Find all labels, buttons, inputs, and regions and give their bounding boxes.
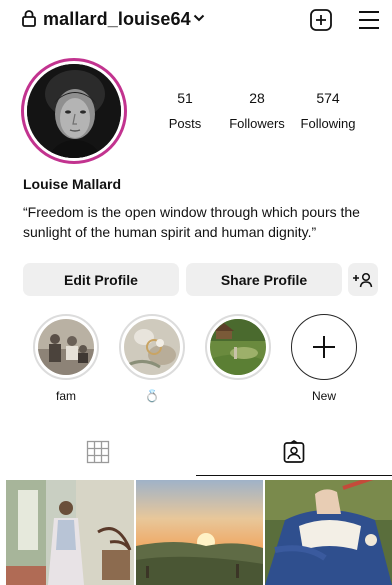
highlight-ring[interactable]: 💍 [119,314,185,405]
highlight-label [205,389,271,405]
following-count[interactable]: 574 [298,90,358,106]
posts-stat: 51 Posts [162,90,208,131]
edit-profile-button[interactable]: Edit Profile [23,263,179,296]
add-user-button[interactable] [348,263,378,296]
followers-stat[interactable]: 28 Followers [225,90,289,131]
new-highlight-button[interactable] [291,314,357,380]
grid-icon [86,440,110,464]
new-highlight[interactable]: New [291,314,357,405]
photo-grid [0,480,392,585]
new-highlight-label: New [311,389,336,403]
tagged-icon [283,439,305,463]
photo-tile-sunset[interactable] [136,480,263,585]
create-post-button[interactable] [309,8,333,32]
profile-tabs [0,428,392,478]
highlight-thumbnail [210,319,266,375]
chevron-down-icon[interactable] [193,13,205,23]
highlight-circle[interactable] [33,314,99,380]
followers-label[interactable]: Followers [225,116,289,131]
followers-count[interactable]: 28 [225,90,289,106]
profile-header: mallard_louise64 [0,0,392,44]
highlight-thumbnail [124,319,180,375]
highlight-circle[interactable] [205,314,271,380]
highlight-garden[interactable] [205,314,271,405]
photo-tile-blue-dress[interactable] [265,480,392,585]
photo-tile-painting-interior[interactable] [6,480,134,585]
following-stat[interactable]: 574 Following [298,90,358,131]
avatar[interactable] [27,64,121,158]
following-label[interactable]: Following [298,116,358,131]
display-name: Louise Mallard [23,176,122,192]
plus-icon [313,336,335,358]
username[interactable]: mallard_louise64 [43,9,191,30]
posts-label: Posts [168,116,202,131]
highlight-fam[interactable]: fam [33,314,99,405]
share-profile-button[interactable]: Share Profile [186,263,342,296]
posts-count: 51 [177,90,193,106]
highlight-label: 💍 [144,389,160,403]
highlight-label: fam [55,389,76,403]
tab-posts-grid[interactable] [0,428,196,476]
bio-text: “Freedom is the open window through whic… [23,204,360,240]
lock-icon [22,10,36,27]
tab-tagged[interactable] [196,428,392,476]
highlight-thumbnail [38,319,94,375]
menu-button[interactable] [357,9,381,31]
highlight-circle[interactable] [119,314,185,380]
add-user-icon [353,272,373,287]
